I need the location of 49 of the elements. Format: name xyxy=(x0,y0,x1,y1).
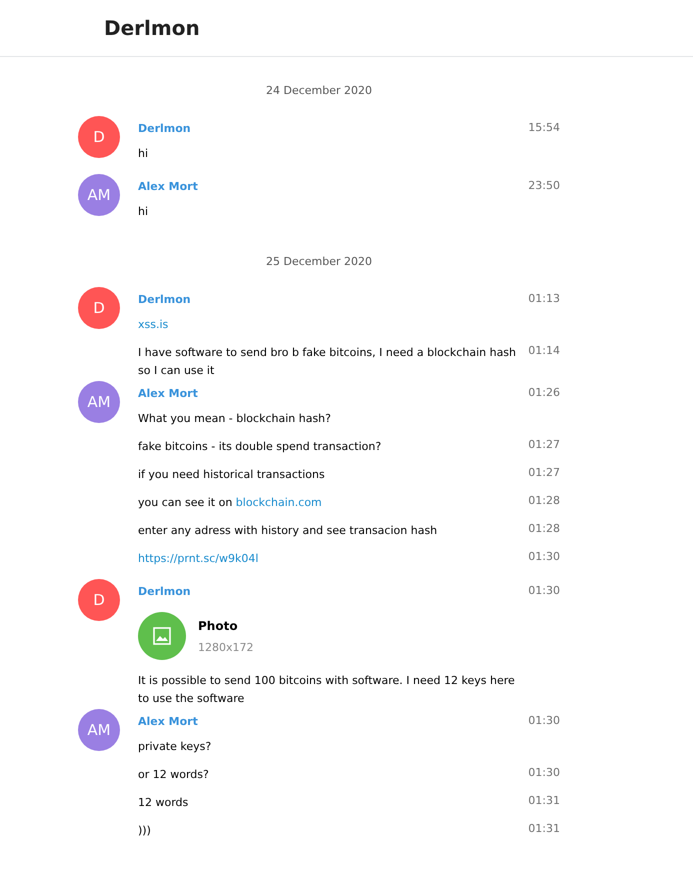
message-link[interactable]: xss.is xyxy=(138,316,168,334)
sender-name: Alex Mort xyxy=(138,180,198,195)
message-text: ))) xyxy=(138,823,151,839)
message-time: 01:27 xyxy=(528,466,560,479)
message-text: It is possible to send 100 bitcoins with software. I need 12 keys here to use the software xyxy=(138,673,516,707)
message-time: 15:54 xyxy=(528,121,560,136)
message-link[interactable]: https://prnt.sc/w9k04l xyxy=(138,550,258,568)
message-text: if you need historical transactions xyxy=(138,467,325,483)
photo-title: Photo xyxy=(198,618,239,632)
message-time: 01:13 xyxy=(528,292,560,307)
photo-size: 1280x172 xyxy=(198,640,254,654)
message-time: 01:26 xyxy=(528,386,560,401)
message-text: 12 words xyxy=(138,795,188,811)
message-time: 01:28 xyxy=(528,494,560,507)
avatar: D xyxy=(78,579,120,621)
message-time: 23:50 xyxy=(528,179,560,194)
avatar: AM xyxy=(78,174,120,216)
sender-name: Alex Mort xyxy=(138,715,198,730)
sender-name: Alex Mort xyxy=(138,387,198,402)
message-text: hi xyxy=(138,146,148,162)
chat-title: Derlmon xyxy=(104,16,200,40)
message-text: I have software to send bro b fake bitcoins, I need a blockchain hash so I can use it xyxy=(138,345,518,379)
message-time: 01:30 xyxy=(528,550,560,563)
message-time: 01:30 xyxy=(528,766,560,779)
date-divider: 24 December 2020 xyxy=(266,84,372,97)
message-text: hi xyxy=(138,204,148,220)
photo-icon[interactable] xyxy=(138,612,186,660)
message-time: 01:31 xyxy=(528,822,560,835)
avatar: AM xyxy=(78,381,120,423)
message-link[interactable]: blockchain.com xyxy=(236,496,322,509)
message-text: private keys? xyxy=(138,739,212,755)
avatar: D xyxy=(78,116,120,158)
message-text: fake bitcoins - its double spend transaction? xyxy=(138,439,382,455)
message-time: 01:28 xyxy=(528,522,560,535)
message-text: or 12 words? xyxy=(138,767,209,783)
avatar: AM xyxy=(78,709,120,751)
message-time: 01:31 xyxy=(528,794,560,807)
message-time: 01:30 xyxy=(528,714,560,729)
message-time: 01:30 xyxy=(528,584,560,599)
sender-name: Derlmon xyxy=(138,293,191,308)
message-time: 01:14 xyxy=(528,344,560,357)
message-text: you can see it on blockchain.com xyxy=(138,495,322,511)
message-time: 01:27 xyxy=(528,438,560,451)
sender-name: Derlmon xyxy=(138,585,191,600)
message-text: enter any adress with history and see transacion hash xyxy=(138,523,438,539)
sender-name: Derlmon xyxy=(138,122,191,137)
avatar: D xyxy=(78,287,120,329)
message-text: What you mean - blockchain hash? xyxy=(138,411,331,427)
date-divider: 25 December 2020 xyxy=(266,255,372,268)
